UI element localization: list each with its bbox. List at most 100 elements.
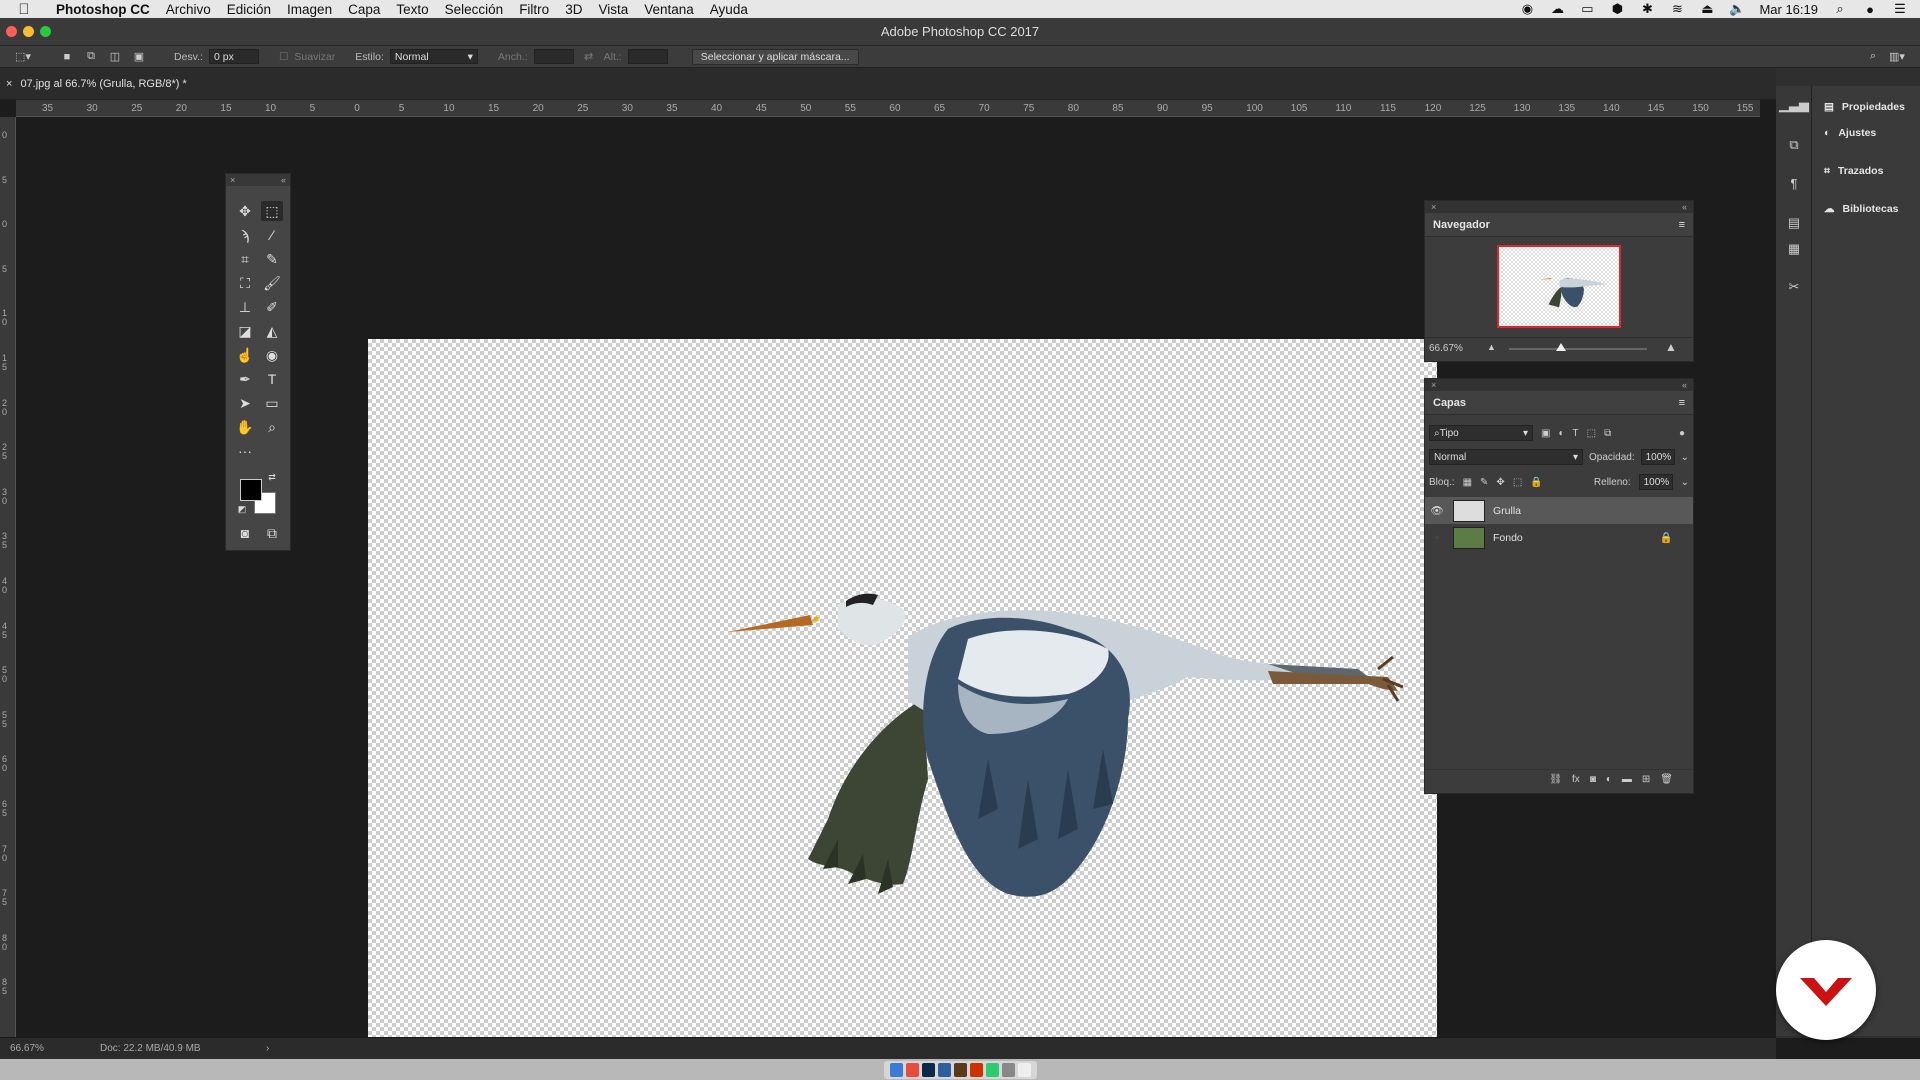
menu-ayuda[interactable]: Ayuda bbox=[702, 2, 756, 17]
apple-menu-icon[interactable]:  bbox=[0, 1, 48, 18]
rectangular-marquee-tool-icon[interactable]: ⬚ bbox=[261, 201, 283, 221]
app-icon[interactable] bbox=[1001, 1062, 1015, 1077]
photoshop-icon[interactable] bbox=[921, 1062, 935, 1077]
layer-name[interactable]: Grulla bbox=[1493, 505, 1521, 517]
clone-source-icon[interactable]: ⧉ bbox=[1785, 136, 1803, 154]
zoom-window-button[interactable] bbox=[40, 26, 51, 37]
navigator-title[interactable]: Navegador bbox=[1433, 219, 1490, 231]
navigator-panel-header[interactable]: × « bbox=[1425, 201, 1693, 213]
marquee-preset-icon[interactable]: ⬚▾ bbox=[14, 50, 32, 64]
lock-artboard-icon[interactable]: ⬚ bbox=[1513, 477, 1522, 488]
lock-transparent-icon[interactable]: ▦ bbox=[1463, 477, 1472, 488]
move-tool-icon[interactable]: ✥ bbox=[234, 201, 256, 221]
style-select[interactable]: Normal ▾ bbox=[389, 49, 478, 64]
menu-capa[interactable]: Capa bbox=[340, 2, 388, 17]
spotify-icon[interactable] bbox=[985, 1062, 999, 1077]
layer-style-icon[interactable]: fx bbox=[1572, 774, 1580, 785]
menu-seleccion[interactable]: Selección bbox=[437, 2, 512, 17]
layer-row[interactable]: 👁 Grulla bbox=[1425, 497, 1693, 524]
adjustment-layer-icon[interactable]: ◐ bbox=[1606, 774, 1612, 785]
intersect-selection-icon[interactable]: ▣ bbox=[130, 50, 148, 64]
navigator-thumbnail[interactable] bbox=[1497, 245, 1621, 328]
tools-presets-icon[interactable]: ✂ bbox=[1785, 278, 1803, 296]
quick-mask-icon[interactable]: ◙ bbox=[234, 523, 256, 543]
subtract-selection-icon[interactable]: ◫ bbox=[106, 50, 124, 64]
menu-filtro[interactable]: Filtro bbox=[511, 2, 557, 17]
visibility-toggle[interactable]: ▫ bbox=[1429, 532, 1445, 544]
panel-trazados[interactable]: ⌗ Trazados bbox=[1812, 158, 1920, 184]
tools-panel-header[interactable]: × « bbox=[226, 174, 290, 186]
zoom-in-icon[interactable]: ▲ bbox=[1665, 340, 1677, 354]
more-tools-icon[interactable]: ··· bbox=[234, 441, 256, 461]
panel-menu-icon[interactable]: ≡ bbox=[1679, 219, 1685, 231]
screen-mode-icon[interactable]: ⧉ bbox=[261, 523, 283, 543]
search-icon[interactable]: ⌕ bbox=[1864, 50, 1882, 64]
volume-icon[interactable]: 🔈 bbox=[1729, 1, 1745, 16]
siri-icon[interactable]: ● bbox=[1862, 2, 1878, 17]
ruler-vertical[interactable]: 0 5 0 5 1 0 1 5 2 0 2 5 3 0 3 5 4 0 4 5 5 0 5 5 6 0 6 5… bbox=[0, 117, 16, 1037]
zoom-tool-icon[interactable]: ⌕ bbox=[261, 417, 283, 437]
history-brush-tool-icon[interactable]: ✐ bbox=[261, 297, 283, 317]
filter-toggle-icon[interactable]: ● bbox=[1679, 428, 1685, 439]
width-input[interactable] bbox=[533, 49, 574, 64]
chrome-icon[interactable] bbox=[905, 1062, 919, 1077]
status-zoom[interactable]: 66.67% bbox=[10, 1043, 100, 1054]
dodge-tool-icon[interactable]: ◉ bbox=[261, 345, 283, 365]
delete-layer-icon[interactable]: 🗑 bbox=[1660, 774, 1673, 785]
finder-icon[interactable] bbox=[889, 1062, 903, 1077]
screen-icon[interactable]: ▭ bbox=[1579, 1, 1595, 16]
collapse-icon[interactable]: « bbox=[281, 174, 286, 186]
spotlight-search-icon[interactable]: ⌕ bbox=[1832, 1, 1848, 16]
illustrator-icon[interactable] bbox=[969, 1062, 983, 1077]
layer-row[interactable]: ▫ Fondo 🔒 bbox=[1425, 524, 1693, 551]
pen-tool-icon[interactable]: ✒ bbox=[234, 369, 256, 389]
eye-icon[interactable]: 👁 bbox=[1429, 504, 1445, 517]
shield-icon[interactable]: ⬢ bbox=[1609, 1, 1625, 16]
workspace-switcher-icon[interactable]: ▥▾ bbox=[1888, 50, 1906, 64]
eraser-tool-icon[interactable]: ◪ bbox=[234, 321, 256, 341]
histogram-icon[interactable]: ▁▃▅ bbox=[1779, 96, 1809, 114]
hand-tool-icon[interactable]: ✋ bbox=[234, 417, 256, 437]
panel-propiedades[interactable]: ▤ Propiedades bbox=[1812, 94, 1920, 120]
collapse-icon[interactable]: « bbox=[1682, 201, 1687, 213]
feather-input[interactable]: 0 px bbox=[208, 49, 259, 64]
navigator-zoom-value[interactable]: 66.67% bbox=[1429, 343, 1463, 354]
panel-bibliotecas[interactable]: ☁ Bibliotecas bbox=[1812, 196, 1920, 222]
properties-icon[interactable]: ▤ bbox=[1785, 214, 1803, 232]
add-mask-icon[interactable]: ◙ bbox=[1590, 774, 1596, 785]
new-selection-icon[interactable]: ■ bbox=[58, 50, 76, 64]
new-layer-icon[interactable]: ⊞ bbox=[1642, 774, 1650, 785]
brush-tool-icon[interactable]: 🖌 bbox=[261, 273, 283, 293]
paint-bucket-tool-icon[interactable]: ◭ bbox=[261, 321, 283, 341]
new-group-icon[interactable]: ▬ bbox=[1622, 774, 1632, 785]
eyedropper-tool-icon[interactable]: ✎ bbox=[261, 249, 283, 269]
ruler-horizontal[interactable]: 35 30 25 20 15 10 5 0 5 10 15 20 25 30 35 40 45 50 55 60 65 7… bbox=[16, 100, 1760, 117]
add-selection-icon[interactable]: ⧉ bbox=[82, 50, 100, 64]
layer-filter-select[interactable]: ⌕Tipo ▾ bbox=[1429, 425, 1533, 441]
document-canvas[interactable] bbox=[368, 339, 1437, 1053]
clone-stamp-tool-icon[interactable]: ⊥ bbox=[234, 297, 256, 317]
swap-dimensions-icon[interactable]: ⇄ bbox=[580, 50, 598, 64]
opacity-input[interactable]: 100% bbox=[1640, 449, 1675, 465]
close-icon[interactable]: × bbox=[1431, 201, 1436, 213]
trash-icon[interactable] bbox=[1017, 1062, 1031, 1077]
airplay-icon[interactable]: ⏏ bbox=[1699, 1, 1715, 16]
quick-selection-tool-icon[interactable]: ϡ bbox=[234, 225, 256, 245]
minimize-window-button[interactable] bbox=[23, 26, 34, 37]
lock-all-icon[interactable]: 🔒 bbox=[1530, 477, 1542, 488]
crop-tool-icon[interactable]: ⌗ bbox=[234, 249, 256, 269]
close-window-button[interactable] bbox=[6, 26, 17, 37]
blend-mode-select[interactable]: Normal ▾ bbox=[1429, 449, 1584, 465]
foreground-color-swatch[interactable] bbox=[240, 479, 262, 501]
panel-menu-icon[interactable]: ≡ bbox=[1679, 397, 1685, 409]
navigator-zoom-slider-knob[interactable] bbox=[1556, 343, 1567, 351]
antialias-checkbox[interactable]: ☐ bbox=[279, 51, 288, 63]
notes-icon[interactable]: ▦ bbox=[1785, 240, 1803, 258]
paragraph-icon[interactable]: ¶ bbox=[1785, 174, 1803, 192]
record-icon[interactable]: ◉ bbox=[1519, 1, 1535, 16]
menubar-clock[interactable]: Mar 16:19 bbox=[1759, 2, 1818, 17]
wifi-icon[interactable]: ≋ bbox=[1669, 1, 1685, 16]
lock-position-icon[interactable]: ✥ bbox=[1496, 477, 1504, 488]
chevron-down-icon[interactable]: ⌄ bbox=[1681, 477, 1689, 488]
menu-imagen[interactable]: Imagen bbox=[279, 2, 340, 17]
